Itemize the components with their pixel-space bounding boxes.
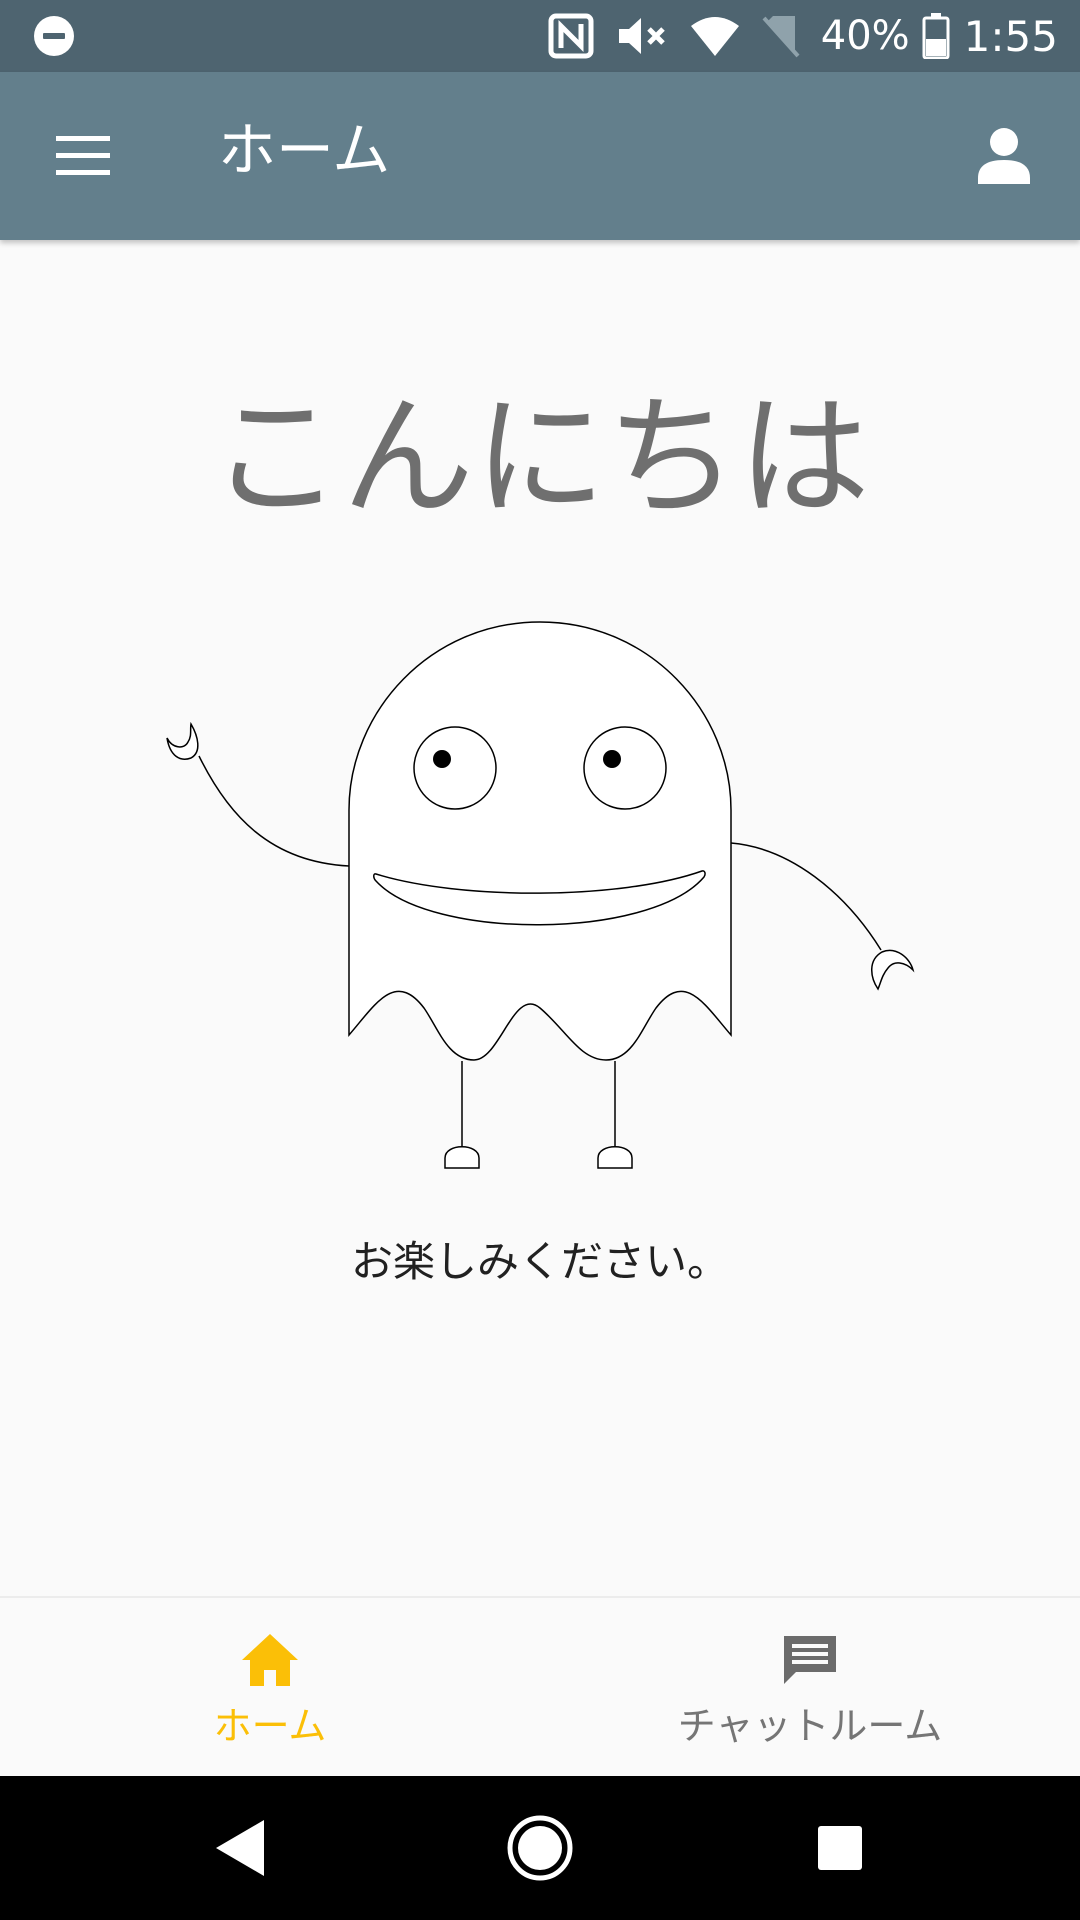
menu-icon [56, 136, 110, 175]
nav-item-chat-room[interactable]: チャットルーム [540, 1598, 1080, 1778]
page-title: ホーム [218, 116, 391, 184]
wifi-icon [690, 17, 739, 56]
system-home-button[interactable] [492, 1800, 588, 1896]
nav-label-home: ホーム [213, 1704, 327, 1748]
account-button[interactable] [962, 114, 1046, 198]
bottom-navigation: ホーム チャットルーム [0, 1596, 1080, 1778]
recents-button[interactable] [792, 1800, 888, 1896]
enjoy-message: お楽しみください。 [350, 1237, 729, 1286]
menu-button[interactable] [38, 116, 128, 196]
clock: 1:55 [963, 11, 1058, 61]
status-icons: 40% 1:55 [547, 0, 1058, 72]
back-icon [216, 1820, 264, 1876]
ghost-illustration [166, 621, 915, 1169]
volume-muted-icon [618, 18, 665, 54]
nav-label-chat-room: チャットルーム [677, 1704, 943, 1748]
no-sim-icon [762, 16, 800, 58]
nav-item-home[interactable]: ホーム [0, 1598, 540, 1778]
battery-percent: 40% [820, 13, 910, 59]
nfc-icon [548, 13, 594, 59]
chat-icon [784, 1636, 836, 1684]
home-icon [242, 1634, 298, 1686]
battery-icon [922, 13, 950, 59]
home-screen: 40% 1:55 ホーム こんにちは お楽しみください。 ホーム チャットルーム [0, 0, 1080, 1920]
home-circle-icon [507, 1815, 573, 1881]
back-button[interactable] [192, 1800, 288, 1896]
status-bar: 40% 1:55 [0, 0, 1080, 72]
account-icon [978, 128, 1030, 184]
greeting-text: こんにちは [210, 381, 870, 535]
system-navigation-bar [0, 1776, 1080, 1920]
recents-icon [818, 1826, 862, 1870]
do-not-disturb-icon [34, 16, 74, 56]
app-bar: ホーム [0, 72, 1080, 240]
